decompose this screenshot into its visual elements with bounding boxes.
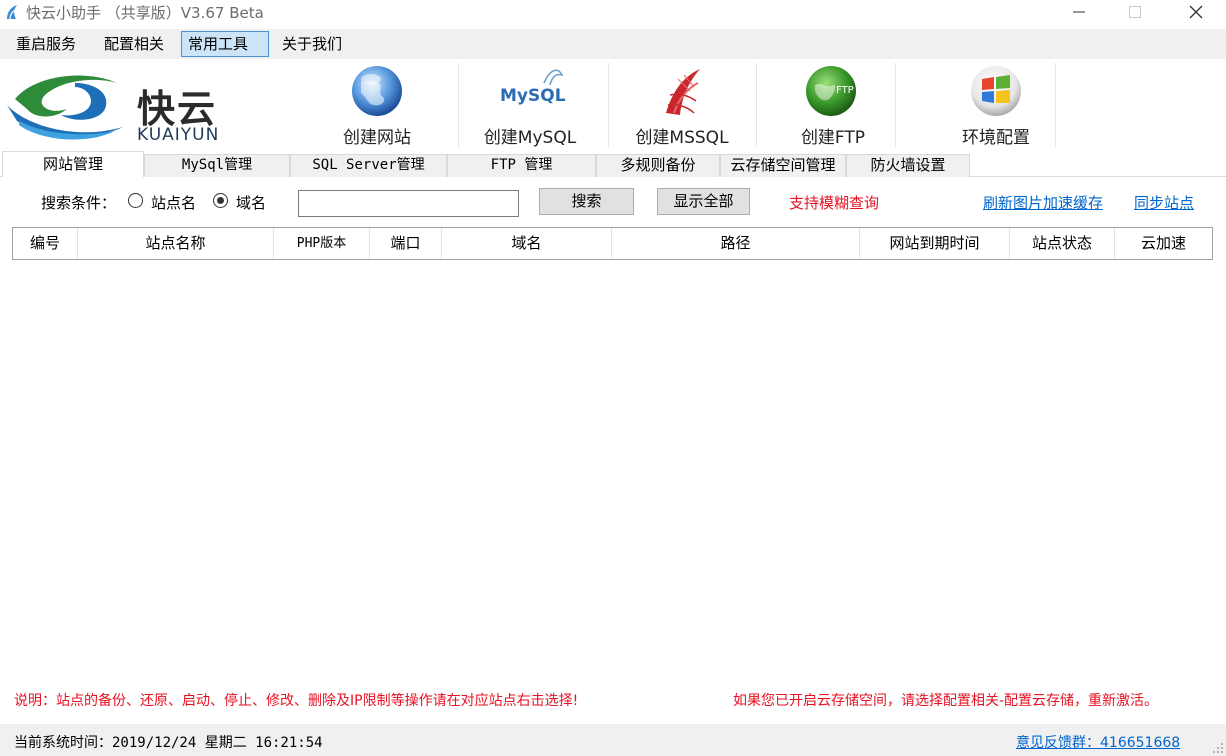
- column-header-domain[interactable]: 域名: [442, 228, 612, 259]
- window-title: 快云小助手 （共享版）V3.67 Beta: [26, 4, 264, 22]
- logo-swirl-icon: [7, 75, 123, 140]
- minimize-button[interactable]: [1056, 0, 1102, 24]
- create-website-label: 创建网站: [343, 128, 411, 148]
- tab-site-management[interactable]: 网站管理: [2, 151, 144, 177]
- toolbar-divider: [756, 63, 757, 147]
- feedback-group-link[interactable]: 意见反馈群：416651668: [1016, 732, 1180, 752]
- create-mssql-label: 创建MSSQL: [635, 128, 729, 148]
- env-config-label: 环境配置: [962, 128, 1030, 148]
- env-config-button[interactable]: 环境配置: [921, 59, 1071, 151]
- create-ftp-button[interactable]: FTP 创建FTP: [758, 59, 908, 151]
- search-input[interactable]: [298, 190, 519, 217]
- toolbar-divider: [1055, 63, 1056, 147]
- status-bar: 当前系统时间：2019/12/24 星期二 16:21:54 意见反馈群：416…: [0, 724, 1226, 756]
- tab-ftp-management[interactable]: FTP 管理: [447, 154, 596, 177]
- radio-site-name-label[interactable]: 站点名: [151, 192, 196, 213]
- radio-domain[interactable]: [213, 193, 228, 208]
- title-bar: 快云小助手 （共享版）V3.67 Beta: [0, 0, 1226, 27]
- ftp-icon: FTP: [806, 66, 856, 116]
- column-header-port[interactable]: 端口: [370, 228, 442, 259]
- close-button[interactable]: [1173, 0, 1219, 24]
- minimize-icon: [1073, 11, 1085, 13]
- toolbar-divider: [895, 63, 896, 147]
- close-icon: [1189, 5, 1203, 19]
- create-mssql-button[interactable]: 创建MSSQL: [607, 59, 757, 151]
- resize-grip-icon[interactable]: [1212, 742, 1224, 754]
- sync-sites-link[interactable]: 同步站点: [1134, 192, 1194, 213]
- system-time: 当前系统时间：2019/12/24 星期二 16:21:54: [14, 735, 323, 751]
- tab-sqlserver-management[interactable]: SQL Server管理: [290, 154, 447, 177]
- mysql-logo-text: MySQL: [500, 86, 566, 106]
- logo-text-en: KUAIYUN: [137, 125, 220, 145]
- column-header-site-name[interactable]: 站点名称: [78, 228, 274, 259]
- cloud-storage-hint-note: 如果您已开启云存储空间，请选择配置相关-配置云存储，重新激活。: [733, 693, 1159, 709]
- tab-multi-rule-backup[interactable]: 多规则备份: [596, 154, 720, 177]
- operation-hint-note: 说明：站点的备份、还原、启动、停止、修改、删除及IP限制等操作请在对应站点右击选…: [14, 693, 579, 709]
- create-mysql-button[interactable]: MySQL 创建MySQL: [455, 59, 605, 151]
- mysql-icon: MySQL: [500, 69, 566, 106]
- tab-cloud-storage-management[interactable]: 云存储空间管理: [720, 154, 846, 177]
- menu-about-us[interactable]: 关于我们: [275, 31, 349, 57]
- maximize-button[interactable]: [1112, 0, 1158, 24]
- globe-icon: [352, 66, 402, 116]
- search-condition-label: 搜索条件：: [41, 194, 117, 212]
- radio-domain-label[interactable]: 域名: [236, 192, 266, 213]
- column-header-id[interactable]: 编号: [13, 228, 78, 259]
- windows-icon: [971, 66, 1021, 116]
- maximize-icon: [1129, 6, 1141, 18]
- column-header-path[interactable]: 路径: [612, 228, 860, 259]
- kuaiyun-logo: 快云 KUAIYUN: [5, 65, 235, 145]
- mssql-icon: [666, 69, 700, 115]
- menu-restart-service[interactable]: 重启服务: [9, 31, 83, 57]
- tab-mysql-management[interactable]: MySql管理: [144, 154, 290, 177]
- sites-table: 编号 站点名称 PHP版本 端口 域名 路径 网站到期时间 站点状态 云加速: [12, 227, 1213, 260]
- create-ftp-label: 创建FTP: [800, 128, 866, 148]
- search-row: 搜索条件： 站点名 域名 搜索 显示全部 支持模糊查询 刷新图片加速缓存 同步站…: [0, 181, 1226, 223]
- column-header-cloud-accel[interactable]: 云加速: [1115, 228, 1212, 259]
- column-header-php-version[interactable]: PHP版本: [274, 228, 370, 259]
- radio-site-name[interactable]: [128, 193, 143, 208]
- column-header-expiry[interactable]: 网站到期时间: [860, 228, 1010, 259]
- menu-config[interactable]: 配置相关: [97, 31, 171, 57]
- search-button[interactable]: 搜索: [539, 188, 634, 215]
- fuzzy-query-note: 支持模糊查询: [789, 194, 880, 212]
- menu-bar: 重启服务 配置相关 常用工具 关于我们: [0, 29, 1226, 59]
- refresh-image-cache-link[interactable]: 刷新图片加速缓存: [983, 192, 1103, 213]
- create-website-button[interactable]: 创建网站: [302, 59, 452, 151]
- toolbar: 快云 KUAIYUN 创建网站 MySQL 创建MySQL 创建MSSQL FT…: [0, 59, 1226, 151]
- menu-common-tools[interactable]: 常用工具: [181, 31, 269, 57]
- tab-firewall-settings[interactable]: 防火墙设置: [846, 154, 970, 177]
- create-mysql-label: 创建MySQL: [483, 128, 577, 148]
- app-icon: [7, 5, 17, 20]
- tab-bar: 网站管理 MySql管理 SQL Server管理 FTP 管理 多规则备份 云…: [0, 151, 1226, 177]
- column-header-status[interactable]: 站点状态: [1010, 228, 1115, 259]
- ftp-logo-text: FTP: [836, 85, 854, 96]
- show-all-button[interactable]: 显示全部: [657, 188, 750, 215]
